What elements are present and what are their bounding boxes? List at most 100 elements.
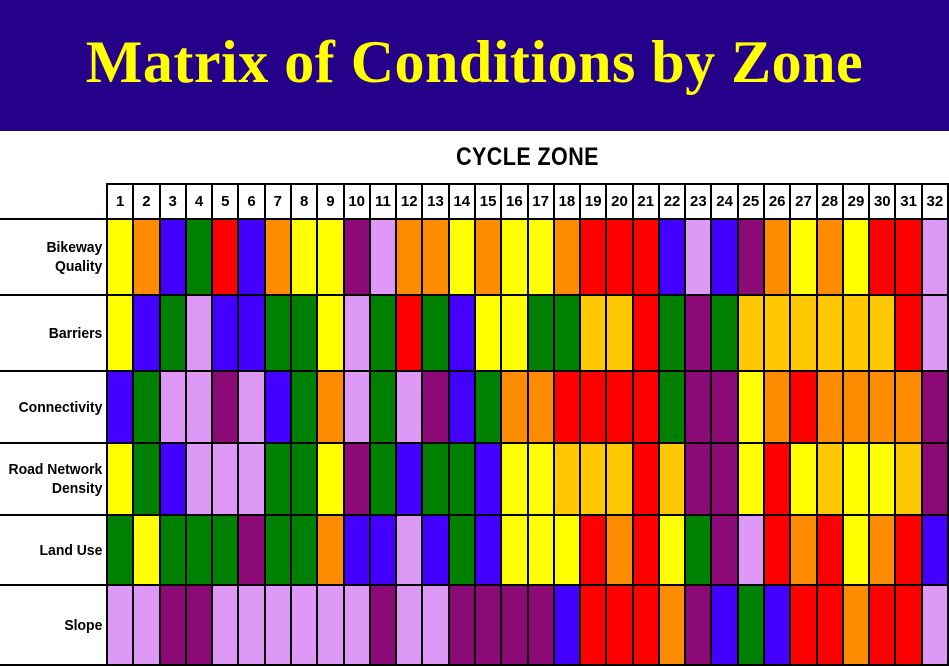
matrix-cell <box>920 584 949 666</box>
column-header-zone-31: 31 <box>894 183 923 220</box>
matrix-cell <box>263 514 292 586</box>
matrix-cell <box>211 370 240 444</box>
matrix-cell <box>894 218 923 296</box>
matrix-cell <box>815 294 844 372</box>
matrix-cell <box>763 294 792 372</box>
matrix-cell <box>263 442 292 516</box>
chart-axis-title: CYCLE ZONE <box>456 143 599 171</box>
column-header-zone-21: 21 <box>631 183 660 220</box>
matrix-cell <box>289 370 319 444</box>
matrix-chart-area: CYCLE ZONE 1 2 3 4 5 6 7 8 9 10 11 12 13 14 15 16 17 18 19… <box>0 131 949 666</box>
matrix-cell <box>841 514 871 586</box>
column-header-zone-23: 23 <box>684 183 713 220</box>
matrix-cell <box>920 294 949 372</box>
matrix-cell <box>920 370 949 444</box>
matrix-cell <box>105 584 135 666</box>
matrix-cell <box>710 294 739 372</box>
matrix-cell <box>736 370 766 444</box>
matrix-cell <box>710 370 739 444</box>
matrix-cell <box>815 442 844 516</box>
matrix-cell <box>605 370 634 444</box>
matrix-cell <box>684 442 713 516</box>
matrix-cell <box>105 370 135 444</box>
matrix-cell <box>184 584 214 666</box>
matrix-cell <box>316 442 345 516</box>
matrix-cell <box>631 218 660 296</box>
matrix-cell <box>736 294 766 372</box>
row-label-line: Density <box>51 480 103 497</box>
column-header-zone-6: 6 <box>237 183 266 220</box>
matrix-cell <box>605 514 634 586</box>
matrix-cell <box>789 370 818 444</box>
matrix-cell <box>132 294 161 372</box>
matrix-cell <box>237 294 266 372</box>
matrix-cell <box>421 218 450 296</box>
matrix-cell <box>657 584 687 666</box>
matrix-cell <box>184 514 214 586</box>
matrix-cell <box>579 584 608 666</box>
column-header-zone-11: 11 <box>368 183 398 220</box>
column-header-zone-17: 17 <box>526 183 555 220</box>
page-title: Matrix of Conditions by Zone <box>85 29 864 95</box>
matrix-cell <box>289 514 319 586</box>
matrix-cell <box>158 370 187 444</box>
matrix-cell <box>342 370 371 444</box>
column-header-zone-22: 22 <box>657 183 687 220</box>
matrix-row-barriers: Barriers <box>0 294 949 372</box>
matrix-cell <box>789 442 818 516</box>
matrix-cell <box>868 584 897 666</box>
row-label-land-use: Land Use <box>3 514 105 586</box>
column-header-zone-24: 24 <box>710 183 739 220</box>
row-label-line: Road Network <box>8 461 103 478</box>
matrix-cell <box>500 294 529 372</box>
matrix-cell <box>368 442 398 516</box>
matrix-cell <box>158 218 187 296</box>
matrix-cell <box>710 584 739 666</box>
matrix-cell <box>447 442 476 516</box>
matrix-cell <box>920 442 949 516</box>
column-header-zone-28: 28 <box>815 183 844 220</box>
matrix-cell <box>211 442 240 516</box>
matrix-cell <box>263 218 292 296</box>
matrix-cell <box>684 294 713 372</box>
matrix-cell <box>552 584 582 666</box>
matrix-cell <box>684 370 713 444</box>
matrix-cell <box>158 584 187 666</box>
matrix-row-bikeway-quality: Bikeway Quality <box>0 218 949 296</box>
conditions-matrix: 1 2 3 4 5 6 7 8 9 10 11 12 13 14 15 16 17 18 19 20 21 22 23 24 2… <box>0 183 949 666</box>
matrix-cell <box>132 370 161 444</box>
matrix-row-road-network-density: Road Network Density <box>0 442 949 516</box>
row-label-slope: Slope <box>3 584 105 666</box>
matrix-cell <box>815 584 844 666</box>
column-header-zone-19: 19 <box>579 183 608 220</box>
matrix-cell <box>316 370 345 444</box>
matrix-cell <box>631 514 660 586</box>
matrix-cell <box>447 370 476 444</box>
matrix-cell <box>815 514 844 586</box>
column-header-zone-25: 25 <box>736 183 766 220</box>
matrix-cell <box>789 584 818 666</box>
matrix-cell <box>552 218 582 296</box>
matrix-cell <box>579 370 608 444</box>
matrix-cell <box>526 294 555 372</box>
matrix-cell <box>579 294 608 372</box>
matrix-cell <box>263 294 292 372</box>
matrix-cell <box>631 442 660 516</box>
matrix-cell <box>211 218 240 296</box>
matrix-cell <box>447 294 476 372</box>
matrix-cell <box>868 294 897 372</box>
matrix-cell <box>316 218 345 296</box>
matrix-cell <box>841 442 871 516</box>
row-label-line: Connectivity <box>18 398 103 416</box>
matrix-cell <box>789 294 818 372</box>
matrix-cell <box>894 584 923 666</box>
matrix-cell <box>289 294 319 372</box>
matrix-cell <box>473 442 503 516</box>
matrix-cell <box>316 584 345 666</box>
matrix-cell <box>868 218 897 296</box>
matrix-cell <box>710 442 739 516</box>
column-header-zone-8: 8 <box>289 183 319 220</box>
matrix-cell <box>763 584 792 666</box>
matrix-cell <box>237 514 266 586</box>
matrix-cell <box>631 584 660 666</box>
